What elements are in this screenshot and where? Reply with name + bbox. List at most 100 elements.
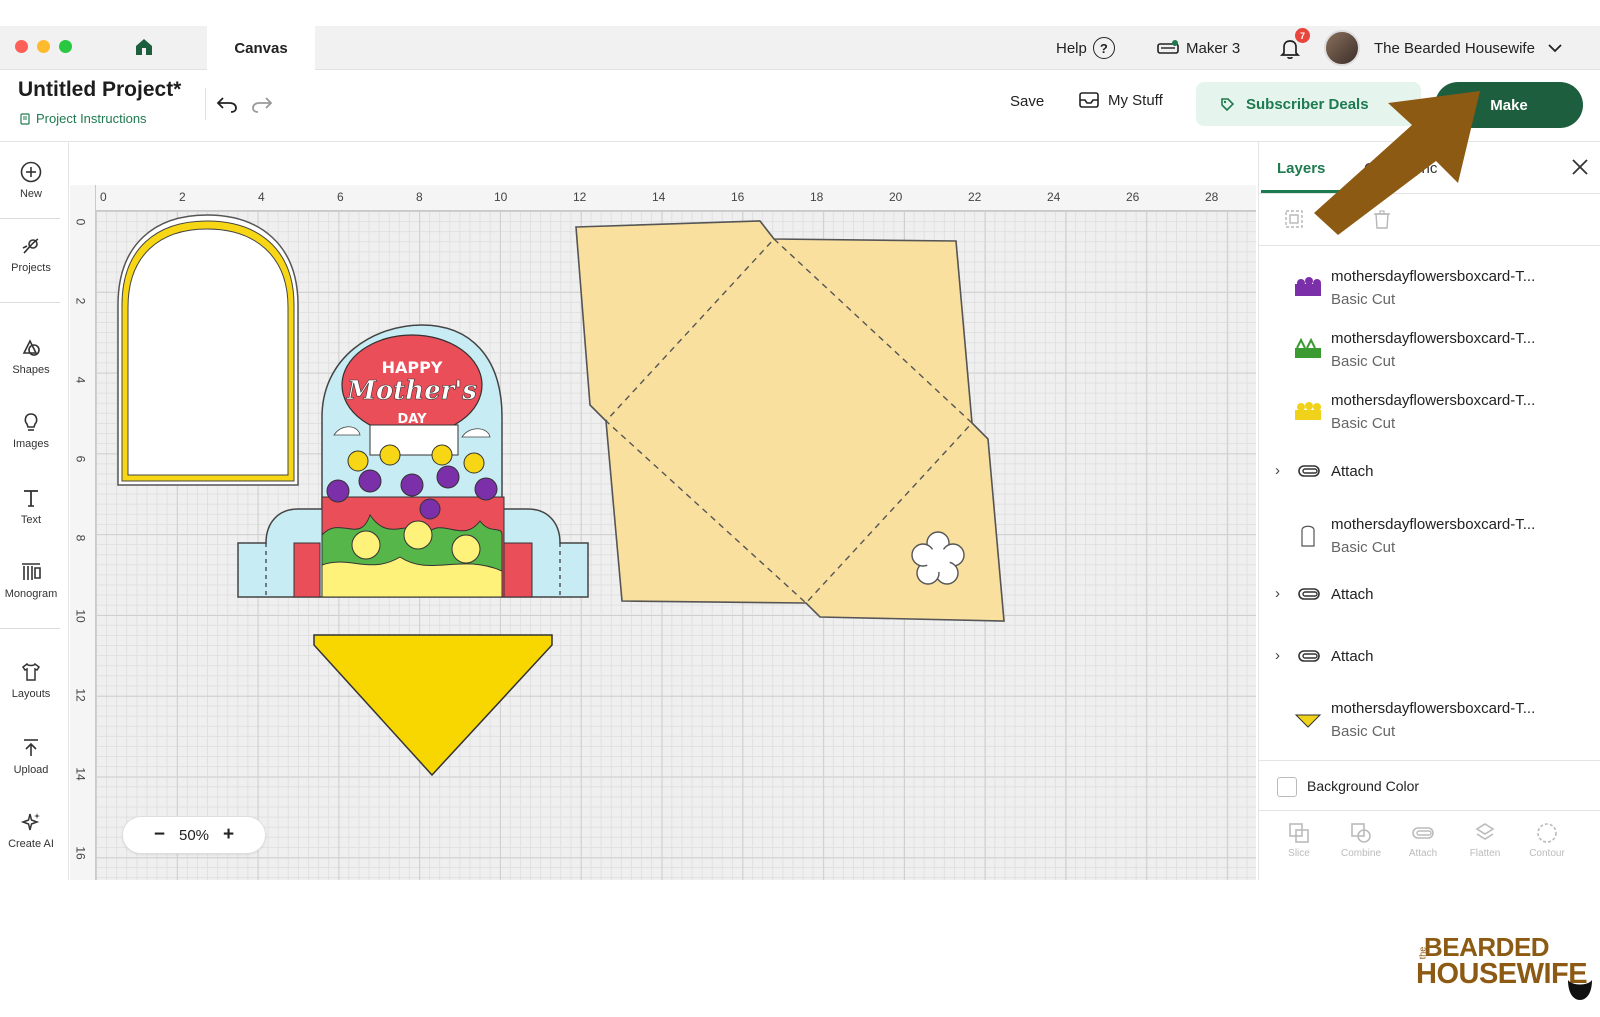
help-button[interactable]: Help ? <box>1056 26 1115 70</box>
tool-new[interactable]: New <box>0 160 62 200</box>
maximize-window-button[interactable] <box>59 40 72 53</box>
help-icon: ? <box>1092 37 1115 59</box>
notifications-button[interactable]: 7 <box>1278 26 1310 70</box>
user-name: The Bearded Housewife <box>1374 39 1535 57</box>
attach-icon <box>1298 465 1320 477</box>
layer-item[interactable]: mothersdayflowersboxcard-T... Basic Cut <box>1259 258 1600 320</box>
tool-layouts[interactable]: Layouts <box>0 660 62 700</box>
tool-text[interactable]: Text <box>0 486 62 526</box>
tool-monogram[interactable]: Monogram <box>0 560 62 600</box>
attach-group[interactable]: › Attach <box>1259 635 1600 679</box>
tool-new-label: New <box>19 188 42 200</box>
zoom-out-button[interactable]: − <box>154 824 165 846</box>
notification-badge: 7 <box>1295 28 1310 43</box>
layer-name: mothersdayflowersboxcard-T... <box>1331 516 1536 533</box>
app-window: Canvas Help ? Maker 3 7 The Bearded Hous… <box>0 0 1600 880</box>
chevron-right-icon[interactable]: › <box>1275 585 1280 602</box>
tool-create-ai[interactable]: Create AI <box>0 810 62 850</box>
flatten-label: Flatten <box>1469 848 1501 859</box>
monogram-icon <box>22 563 41 580</box>
triangle-shape[interactable] <box>313 634 553 777</box>
chevron-right-icon[interactable]: › <box>1275 647 1280 664</box>
beard-icon <box>1568 980 1592 1000</box>
background-color-checkbox[interactable] <box>1277 777 1297 797</box>
close-window-button[interactable] <box>15 40 28 53</box>
project-instructions-link[interactable]: Project Instructions <box>19 111 147 126</box>
layer-name: mothersdayflowersboxcard-T... <box>1331 392 1536 409</box>
contour-button[interactable]: Contour <box>1517 821 1577 859</box>
attach-icon <box>1298 650 1320 662</box>
redo-icon[interactable] <box>250 92 274 116</box>
attach-icon <box>1412 827 1434 839</box>
tool-upload[interactable]: Upload <box>0 736 62 776</box>
group-icon[interactable] <box>1283 208 1305 230</box>
avatar <box>1324 30 1360 66</box>
attach-group[interactable]: › Attach <box>1259 450 1600 494</box>
tool-layouts-label: Layouts <box>11 688 51 700</box>
layer-item[interactable]: mothersdayflowersboxcard-T... Basic Cut <box>1259 690 1600 752</box>
projects-icon <box>22 238 39 254</box>
tool-images-label: Images <box>12 438 50 450</box>
tool-text-label: Text <box>20 514 42 526</box>
layer-name: mothersdayflowersboxcard-T... <box>1331 700 1536 717</box>
slice-button[interactable]: Slice <box>1269 821 1329 859</box>
chevron-down-icon <box>1548 44 1562 53</box>
layer-thumbnail-icon <box>1295 402 1321 420</box>
plus-circle-icon <box>20 161 42 183</box>
sparkle-icon <box>20 813 40 831</box>
project-title[interactable]: Untitled Project* <box>18 78 181 102</box>
chevron-right-icon[interactable]: › <box>1275 462 1280 479</box>
flatten-icon <box>1475 823 1495 840</box>
flatten-button[interactable]: Flatten <box>1455 821 1515 859</box>
layer-item[interactable]: mothersdayflowersboxcard-T... Basic Cut <box>1259 506 1600 568</box>
slice-icon <box>1289 823 1309 843</box>
shirt-icon <box>21 662 41 681</box>
layer-operation: Basic Cut <box>1331 353 1396 370</box>
attach-group[interactable]: › Attach <box>1259 573 1600 617</box>
attach-label: Attach <box>1331 586 1374 603</box>
left-toolbar: New Projects Shapes Images Text Monogram… <box>0 142 69 880</box>
tool-images[interactable]: Images <box>0 410 62 450</box>
watermark-logo: the BEARDED HOUSEWIFE <box>1416 932 1596 1002</box>
envelope-shape[interactable] <box>575 220 1005 622</box>
bell-icon: 7 <box>1278 28 1310 60</box>
close-icon[interactable] <box>1571 158 1589 176</box>
text-icon <box>24 490 38 507</box>
arch-frame-shape[interactable] <box>117 214 299 486</box>
layer-operation: Basic Cut <box>1331 539 1396 556</box>
combine-button[interactable]: Combine <box>1331 821 1391 859</box>
tool-shapes[interactable]: Shapes <box>0 336 62 376</box>
tool-create-ai-label: Create AI <box>8 838 54 850</box>
machine-icon <box>1157 40 1179 54</box>
attach-button[interactable]: Attach <box>1393 821 1453 859</box>
undo-icon[interactable] <box>215 92 239 116</box>
attach-label: Attach <box>1331 463 1374 480</box>
layers-panel: Layers Color Sync mothersdayflowersboxca… <box>1258 142 1600 880</box>
attach-icon <box>1298 588 1320 600</box>
my-stuff-label: My Stuff <box>1108 91 1163 109</box>
shapes-icon <box>22 339 40 356</box>
my-stuff-button[interactable]: My Stuff <box>1078 91 1163 109</box>
layer-operation: Basic Cut <box>1331 415 1396 432</box>
zoom-level: 50% <box>178 826 210 844</box>
layer-item[interactable]: mothersdayflowersboxcard-T... Basic Cut <box>1259 382 1600 444</box>
bottom-tools: Slice Combine Attach Flatten Contour <box>1259 810 1600 880</box>
combine-label: Combine <box>1340 848 1382 859</box>
tab-canvas[interactable]: Canvas <box>207 26 315 70</box>
machine-button[interactable]: Maker 3 <box>1156 26 1240 70</box>
home-icon[interactable] <box>133 36 155 58</box>
minimize-window-button[interactable] <box>37 40 50 53</box>
tool-projects[interactable]: Projects <box>0 234 62 274</box>
watermark-housewife: HOUSEWIFE <box>1416 958 1588 990</box>
background-color-row: Background Color <box>1259 760 1600 810</box>
upload-icon <box>24 739 38 756</box>
tool-upload-label: Upload <box>13 764 49 776</box>
zoom-in-button[interactable]: + <box>223 824 234 846</box>
save-button[interactable]: Save <box>1010 93 1044 110</box>
inbox-icon <box>1079 92 1099 108</box>
layer-thumbnail-icon <box>1294 714 1322 728</box>
attach-label: Attach <box>1331 648 1374 665</box>
layer-item[interactable]: mothersdayflowersboxcard-T... Basic Cut <box>1259 320 1600 382</box>
account-menu[interactable]: The Bearded Housewife <box>1324 26 1563 70</box>
layer-operation: Basic Cut <box>1331 291 1396 308</box>
